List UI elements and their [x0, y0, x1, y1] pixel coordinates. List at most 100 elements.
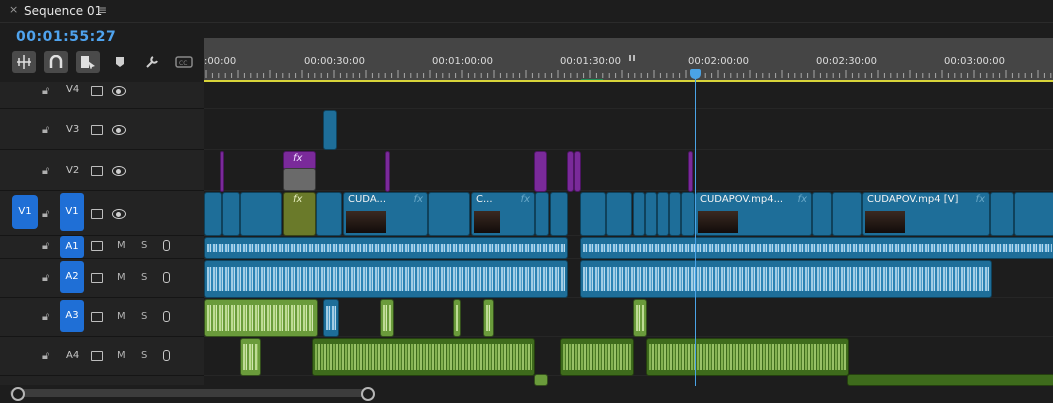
video-clip[interactable] [681, 192, 695, 236]
sync-lock-icon[interactable] [91, 166, 103, 176]
adjustment-clip[interactable] [534, 151, 547, 192]
timeline-settings-button[interactable] [140, 51, 164, 73]
audio-clip-a5-partial[interactable] [847, 374, 1053, 386]
video-clip[interactable] [657, 192, 669, 236]
video-clip[interactable] [535, 192, 549, 236]
playhead-line[interactable] [695, 70, 696, 386]
audio-clip-a3[interactable] [380, 299, 394, 337]
microphone-icon[interactable] [163, 350, 170, 361]
video-clip[interactable] [1014, 192, 1053, 236]
microphone-icon[interactable] [163, 272, 170, 283]
solo-button[interactable]: S [141, 272, 147, 283]
video-clip[interactable] [832, 192, 862, 236]
video-clip-cudapov[interactable]: CUDAPOV.mp4... fx [695, 192, 812, 236]
track-target-v1[interactable]: V1 [60, 193, 84, 231]
video-clip[interactable] [428, 192, 470, 236]
mute-button[interactable]: M [117, 311, 126, 322]
adjustment-clip[interactable] [385, 151, 390, 192]
mute-button[interactable]: M [117, 272, 126, 283]
audio-clip-a3[interactable] [323, 299, 339, 337]
lock-icon[interactable]: 🔓︎ [42, 349, 49, 363]
zoom-handle-right[interactable] [361, 387, 375, 401]
microphone-icon[interactable] [163, 240, 170, 251]
zoom-scrollbar[interactable] [10, 389, 372, 397]
sync-lock-icon[interactable] [91, 241, 103, 251]
audio-clip-a1[interactable] [204, 237, 568, 259]
sync-lock-icon[interactable] [91, 86, 103, 96]
video-clip[interactable] [323, 110, 337, 150]
eye-icon[interactable] [112, 209, 126, 219]
zoom-handle-left[interactable] [11, 387, 25, 401]
video-clip-c[interactable]: C... fx [471, 192, 535, 236]
audio-clip-a4[interactable] [240, 338, 261, 376]
adjustment-clip[interactable] [688, 151, 693, 192]
adjustment-clip[interactable] [574, 151, 581, 192]
video-clip[interactable] [316, 192, 342, 236]
video-clip[interactable] [990, 192, 1014, 236]
video-clip[interactable] [606, 192, 632, 236]
audio-clip-a3[interactable] [633, 299, 647, 337]
video-clip[interactable] [633, 192, 645, 236]
timeline-tracks[interactable]: fx fx CUDA... fx C... fx CUDAPOV.mp4... … [204, 82, 1053, 386]
eye-icon[interactable] [112, 166, 126, 176]
video-clip[interactable] [550, 192, 568, 236]
video-clip[interactable] [645, 192, 657, 236]
video-clip[interactable] [240, 192, 282, 236]
snap-button[interactable] [44, 51, 68, 73]
sync-lock-icon[interactable] [91, 312, 103, 322]
video-clip[interactable]: fx [283, 192, 316, 236]
lock-icon[interactable]: 🔓︎ [42, 164, 49, 178]
audio-clip-a4[interactable] [646, 338, 849, 376]
audio-clip-a1[interactable] [580, 237, 1053, 259]
eye-icon[interactable] [112, 125, 126, 135]
add-marker-button[interactable] [108, 51, 132, 73]
lock-icon[interactable]: 🔓︎ [42, 239, 49, 253]
track-target-a1[interactable]: A1 [60, 236, 84, 258]
track-target-a3[interactable]: A3 [60, 300, 84, 332]
solo-button[interactable]: S [141, 350, 147, 361]
video-clip[interactable] [204, 192, 222, 236]
video-clip[interactable] [222, 192, 240, 236]
sync-lock-icon[interactable] [91, 273, 103, 283]
video-clip[interactable] [283, 168, 316, 191]
source-patch-v1[interactable]: V1 [12, 195, 38, 229]
audio-clip-a2[interactable] [580, 260, 992, 298]
video-clip-cuda[interactable]: CUDA... fx [343, 192, 428, 236]
video-clip[interactable] [669, 192, 681, 236]
mute-button[interactable]: M [117, 240, 126, 251]
captions-button[interactable]: CC [172, 51, 196, 73]
panel-menu-icon[interactable]: ≡ [97, 3, 107, 17]
mute-button[interactable]: M [117, 350, 126, 361]
audio-clip-a3[interactable] [204, 299, 318, 337]
video-clip-cudapov-v[interactable]: CUDAPOV.mp4 [V] fx [862, 192, 990, 236]
track-target-a2[interactable]: A2 [60, 261, 84, 293]
lock-icon[interactable]: 🔓︎ [42, 310, 49, 324]
video-clip[interactable] [580, 192, 606, 236]
audio-clip-a4[interactable] [560, 338, 634, 376]
lane-v2[interactable] [204, 150, 1053, 191]
sequence-tab-title[interactable]: Sequence 01 [24, 4, 102, 18]
audio-clip-a3[interactable] [483, 299, 494, 337]
adjustment-clip[interactable] [220, 151, 224, 192]
playhead-timecode[interactable]: 00:01:55:27 [16, 29, 116, 45]
solo-button[interactable]: S [141, 240, 147, 251]
audio-clip-a2[interactable] [204, 260, 568, 298]
lane-v4[interactable] [204, 82, 1053, 109]
close-tab-icon[interactable]: × [9, 3, 18, 16]
playhead-handle[interactable] [690, 69, 701, 79]
linked-selection-button[interactable] [76, 51, 100, 73]
lock-icon[interactable]: 🔓︎ [42, 84, 49, 98]
video-clip[interactable] [812, 192, 832, 236]
sync-lock-icon[interactable] [91, 125, 103, 135]
lock-icon[interactable]: 🔓︎ [42, 123, 49, 137]
sync-lock-icon[interactable] [91, 351, 103, 361]
lock-icon[interactable]: 🔓︎ [42, 271, 49, 285]
solo-button[interactable]: S [141, 311, 147, 322]
sync-lock-icon[interactable] [91, 209, 103, 219]
audio-clip-a4[interactable] [312, 338, 535, 376]
insert-overwrite-button[interactable] [12, 51, 36, 73]
audio-clip-a3[interactable] [453, 299, 461, 337]
adjustment-clip[interactable] [567, 151, 574, 192]
audio-clip-a5-partial[interactable] [534, 374, 548, 386]
microphone-icon[interactable] [163, 311, 170, 322]
